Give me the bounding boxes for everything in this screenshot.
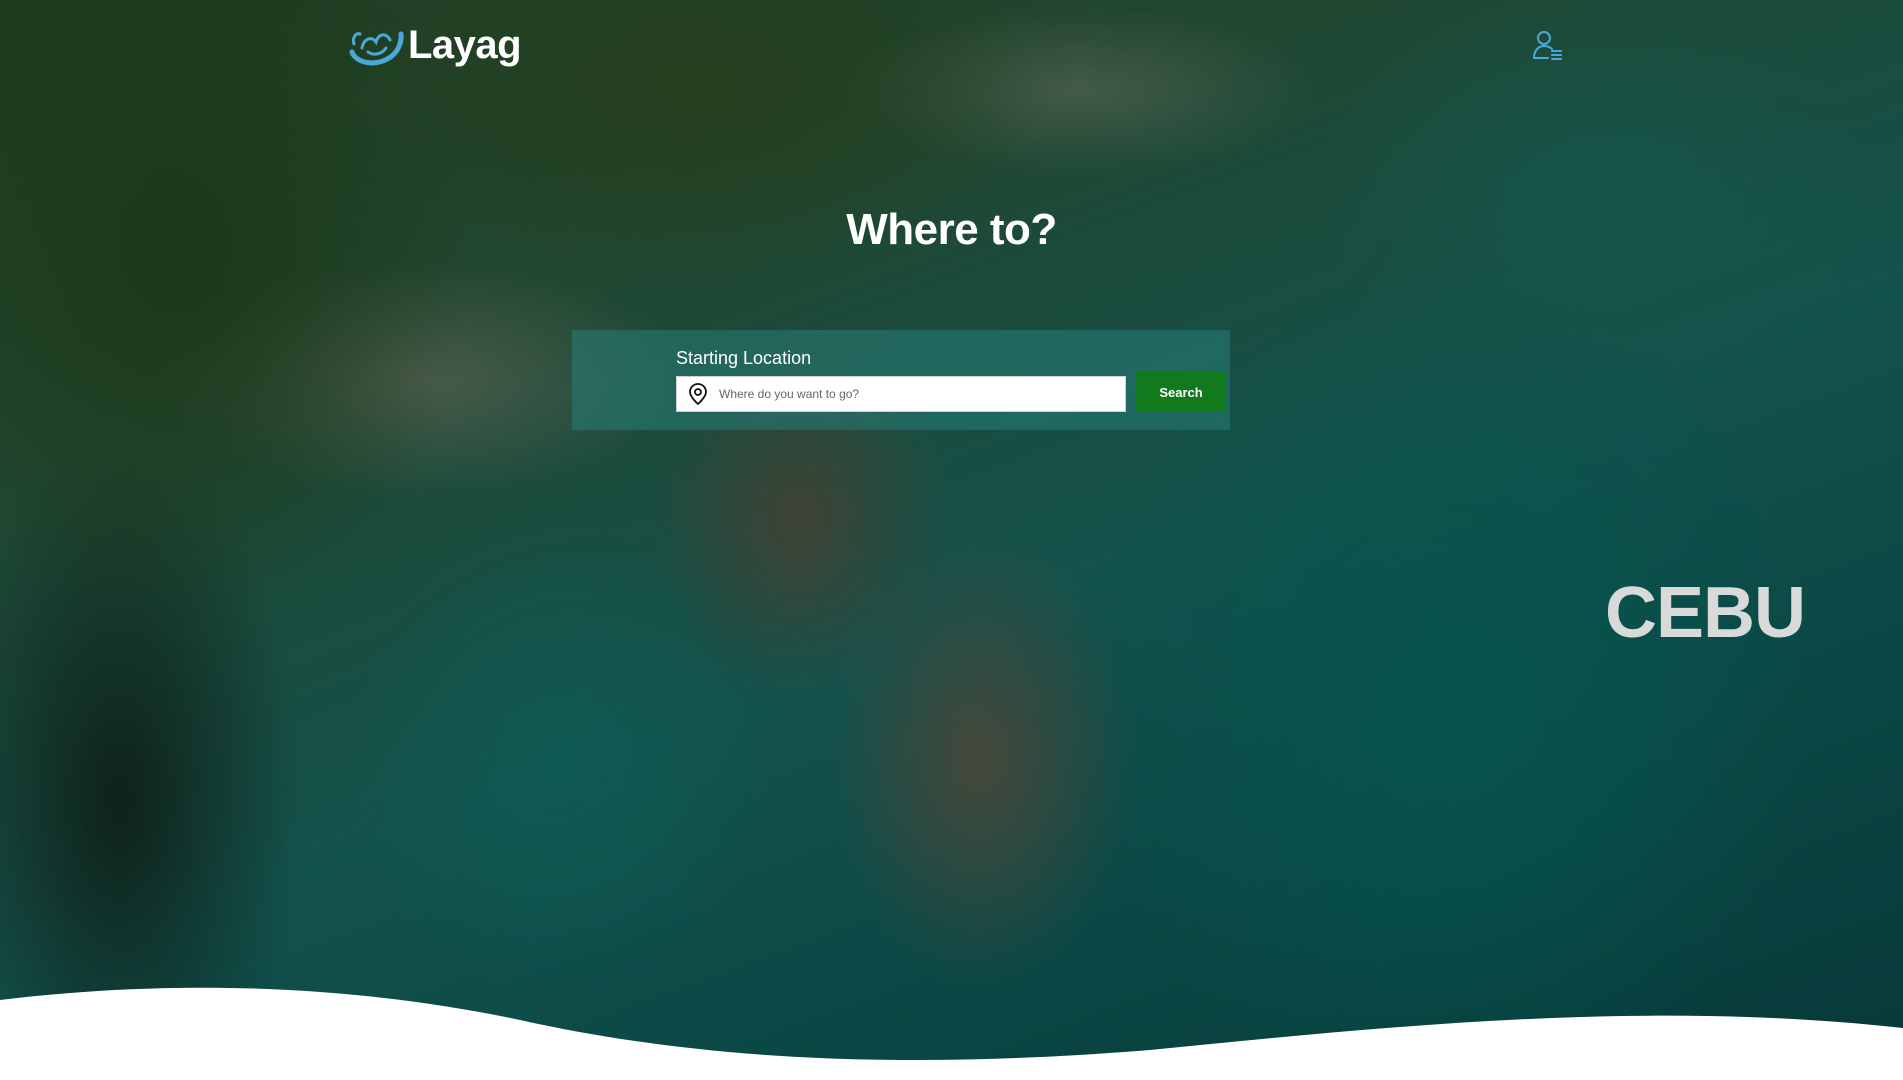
brand-logo[interactable]: Layag bbox=[346, 22, 522, 68]
wave-logo-icon bbox=[349, 31, 404, 66]
location-search-input[interactable] bbox=[719, 379, 1125, 409]
location-search-field[interactable] bbox=[676, 376, 1126, 412]
search-button[interactable]: Search bbox=[1136, 372, 1226, 412]
hero-title: Where to? bbox=[846, 205, 1057, 254]
destination-name: CEBU bbox=[1605, 573, 1806, 653]
bottom-wave-divider bbox=[0, 987, 1903, 1080]
user-menu-icon bbox=[1533, 31, 1562, 60]
brand-name: Layag bbox=[408, 23, 522, 67]
hero-overlay bbox=[0, 0, 1903, 1080]
starting-location-label: Starting Location bbox=[676, 348, 812, 368]
page: Layag Where to? Starting Location Search… bbox=[0, 0, 1903, 1080]
map-pin-icon bbox=[689, 383, 707, 406]
search-panel: Starting Location Search bbox=[572, 330, 1230, 430]
user-menu-button[interactable] bbox=[1530, 28, 1564, 62]
